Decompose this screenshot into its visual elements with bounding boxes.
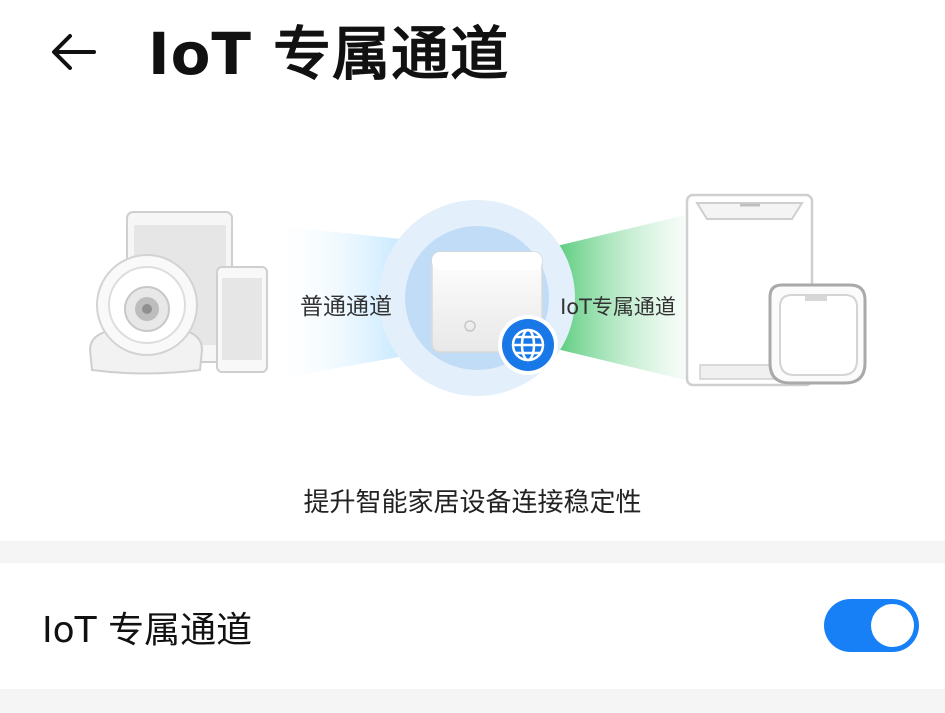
toggle-knob — [871, 604, 914, 647]
page-title: IoT 专属通道 — [148, 20, 510, 88]
network-illustration: 普通通道 IoT专属通道 — [88, 193, 867, 396]
globe-icon — [498, 315, 558, 375]
bottom-divider — [0, 689, 945, 713]
phone-device — [216, 266, 268, 373]
iot-channel-label: IoT专属通道 — [560, 295, 676, 319]
back-arrow-icon[interactable] — [46, 24, 102, 80]
iot-channel-toggle[interactable] — [824, 599, 919, 652]
iot-channel-setting-row[interactable]: IoT 专属通道 — [0, 563, 945, 689]
illustration-caption: 提升智能家居设备连接稳定性 — [303, 488, 642, 518]
robot-vacuum — [768, 283, 867, 385]
setting-label: IoT 专属通道 — [42, 610, 253, 651]
camera-device — [88, 254, 204, 375]
header-and-illustration-panel: IoT 专属通道 普通通道 IoT专属通道 提升智能家居设备连接稳定性 — [0, 0, 945, 541]
normal-channel-label: 普通通道 — [300, 294, 392, 320]
